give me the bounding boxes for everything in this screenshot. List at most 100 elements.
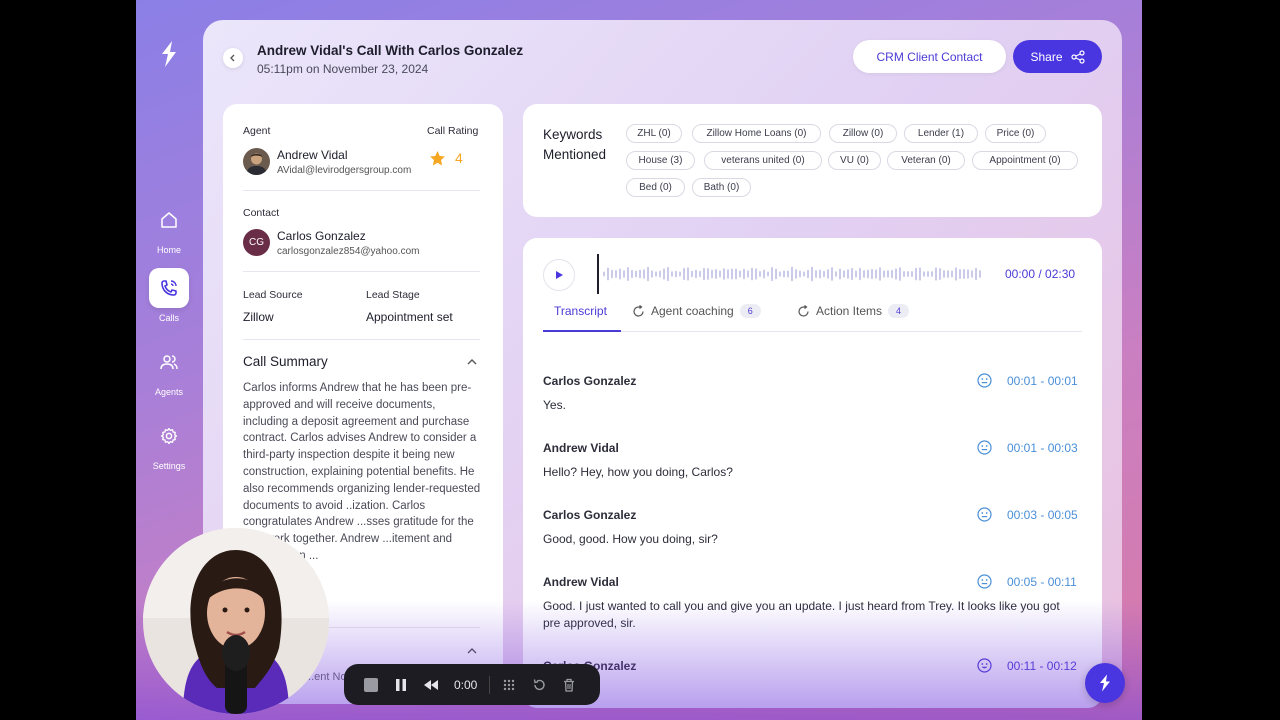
waveform-bar xyxy=(975,267,977,281)
waveform-bar xyxy=(607,267,609,281)
waveform-bar xyxy=(735,268,737,280)
waveform-bar xyxy=(967,269,969,279)
pause-button[interactable] xyxy=(386,670,416,700)
rewind-icon xyxy=(424,679,438,690)
neutral-sentiment-icon xyxy=(977,440,992,455)
agent-coaching-count-badge: 6 xyxy=(739,304,761,318)
stop-button[interactable] xyxy=(356,670,386,700)
active-tab-underline xyxy=(543,330,621,332)
gear-icon xyxy=(149,416,189,456)
keyword-chip[interactable]: Veteran (0) xyxy=(887,151,965,170)
waveform-bar xyxy=(691,270,693,278)
tab-agent-coaching[interactable]: Agent coaching 6 xyxy=(632,304,761,318)
waveform-bar xyxy=(635,270,637,278)
call-rating-value: 4 xyxy=(455,150,463,166)
waveform-bar xyxy=(847,269,849,279)
restart-button[interactable] xyxy=(524,670,554,700)
waveform-bar xyxy=(807,269,809,279)
waveform-bar xyxy=(903,270,905,278)
waveform-bar xyxy=(811,266,813,282)
waveform-bar xyxy=(619,268,621,280)
timestamp-range[interactable]: 00:01 - 00:03 xyxy=(1007,441,1078,455)
waveform-bar xyxy=(763,269,765,279)
waveform-bar xyxy=(919,267,921,281)
contact-label: Contact xyxy=(243,207,280,219)
waveform-bar xyxy=(927,270,929,278)
timestamp-range[interactable]: 00:11 - 00:12 xyxy=(1007,659,1077,673)
playhead[interactable] xyxy=(597,254,599,294)
nav-calls[interactable]: Calls xyxy=(136,268,202,323)
speaker-name: Andrew Vidal xyxy=(543,441,619,455)
crm-client-contact-button[interactable]: CRM Client Contact xyxy=(853,40,1006,73)
timestamp-range[interactable]: 00:03 - 00:05 xyxy=(1007,508,1078,522)
assistant-fab-button[interactable] xyxy=(1085,663,1125,703)
waveform-bar xyxy=(651,270,653,278)
nav-agents-label: Agents xyxy=(154,387,184,397)
waveform-bar xyxy=(715,269,717,279)
app-logo xyxy=(162,41,176,67)
keyword-chip[interactable]: Zillow (0) xyxy=(829,124,897,143)
users-icon xyxy=(149,342,189,382)
tab-transcript-label: Transcript xyxy=(554,304,607,318)
contact-avatar: CG xyxy=(243,229,270,256)
waveform-bar xyxy=(791,266,793,282)
keyword-chip[interactable]: Appointment (0) xyxy=(972,151,1078,170)
tab-action-items[interactable]: Action Items 4 xyxy=(797,304,910,318)
waveform-bar xyxy=(895,268,897,280)
keyword-chip[interactable]: Price (0) xyxy=(985,124,1046,143)
back-button[interactable] xyxy=(223,48,243,68)
keyword-chip[interactable]: Bed (0) xyxy=(626,178,685,197)
waveform-bar xyxy=(639,269,641,279)
transcript-text: Yes. xyxy=(543,398,566,412)
delete-button[interactable] xyxy=(554,670,584,700)
keyword-chip[interactable]: VU (0) xyxy=(828,151,881,170)
keyword-chip[interactable]: Lender (1) xyxy=(904,124,978,143)
share-button[interactable]: Share xyxy=(1013,40,1102,73)
waveform-bar xyxy=(855,270,857,278)
restart-icon xyxy=(534,678,546,690)
timestamp-range[interactable]: 00:05 - 00:11 xyxy=(1007,575,1077,589)
waveform-bar xyxy=(911,270,913,278)
waveform-bar xyxy=(931,271,933,277)
chevron-up-icon[interactable] xyxy=(467,358,477,366)
waveform-bar xyxy=(851,267,853,281)
call-detail-panel: Andrew Vidal's Call With Carlos Gonzalez… xyxy=(203,20,1122,708)
waveform-bar xyxy=(759,270,761,278)
keyword-chip[interactable]: House (3) xyxy=(626,151,695,170)
waveform-bar xyxy=(671,271,673,277)
waveform-bar xyxy=(979,270,981,278)
keyword-chip[interactable]: Bath (0) xyxy=(692,178,751,197)
waveform-bar xyxy=(679,271,681,277)
play-button[interactable] xyxy=(543,259,575,291)
chevron-up-icon[interactable] xyxy=(467,647,477,655)
waveform-bar xyxy=(675,270,677,278)
rewind-button[interactable] xyxy=(416,670,446,700)
keyword-chip[interactable]: ZHL (0) xyxy=(626,124,682,143)
keyword-chip[interactable]: Zillow Home Loans (0) xyxy=(692,124,821,143)
share-icon xyxy=(1070,49,1085,64)
waveform-bar xyxy=(907,271,909,277)
nav-agents[interactable]: Agents xyxy=(136,342,202,397)
nav-settings-label: Settings xyxy=(152,461,186,471)
waveform-bar xyxy=(951,270,953,278)
divider xyxy=(243,190,480,191)
screen-recorder-bar: 0:00 xyxy=(344,664,600,705)
timestamp-range[interactable]: 00:01 - 00:01 xyxy=(1007,374,1078,388)
waveform-bar xyxy=(915,267,917,281)
waveform-bar xyxy=(643,269,645,279)
happy-sentiment-icon xyxy=(977,658,992,673)
nav-settings[interactable]: Settings xyxy=(136,416,202,471)
nav-home[interactable]: Home xyxy=(136,200,202,255)
grid-button[interactable] xyxy=(494,670,524,700)
lead-stage-value: Appointment set xyxy=(366,310,453,324)
transcript-text: Good. I just wanted to call you and give… xyxy=(543,599,1060,630)
waveform-bar xyxy=(871,268,873,280)
tab-transcript[interactable]: Transcript xyxy=(554,304,607,318)
speaker-name: Carlos Gonzalez xyxy=(543,374,637,388)
waveform-bar xyxy=(819,269,821,279)
keyword-chip[interactable]: veterans united (0) xyxy=(704,151,822,170)
speaker-name: Andrew Vidal xyxy=(543,575,619,589)
waveform-bar xyxy=(667,266,669,282)
audio-waveform[interactable] xyxy=(603,264,985,284)
waveform-bar xyxy=(963,269,965,279)
